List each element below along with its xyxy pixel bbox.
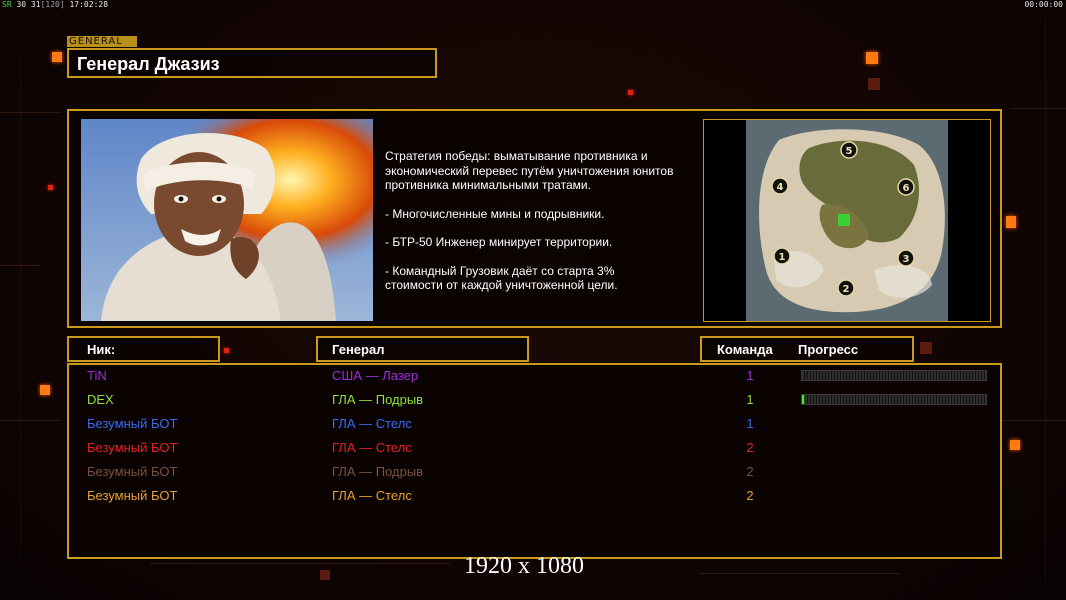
player-team: 1: [746, 368, 754, 383]
player-nick: Безумный БОТ: [87, 488, 178, 503]
loading-progress-bar: [801, 394, 987, 405]
bg-line: [0, 112, 60, 113]
player-row: Безумный БОТ ГЛА — Стелс 2: [69, 438, 1000, 458]
general-tag: GENERAL: [67, 36, 137, 47]
bg-line: [150, 563, 450, 564]
loading-progress-bar: [801, 370, 987, 381]
bg-dot: [920, 342, 932, 354]
player-row: DEX ГЛА — Подрыв 1: [69, 390, 1000, 410]
player-team: 2: [746, 464, 754, 479]
player-row: TiN США — Лазер 1: [69, 366, 1000, 386]
general-title-box: Генерал Джазиз: [67, 48, 437, 78]
bg-line: [700, 573, 900, 574]
map-preview-icon: 1 2 3 4 5 6: [704, 120, 990, 321]
fps-counter: SR 30 31[120] 17:02:28: [2, 0, 108, 9]
start-position-label: 4: [777, 182, 784, 193]
player-general: США — Лазер: [332, 368, 419, 383]
start-position-label: 5: [846, 146, 853, 157]
nick-column-header: Ник:: [67, 336, 220, 362]
game-timer: 00:00:00: [1024, 0, 1063, 9]
player-general: ГЛА — Подрыв: [332, 464, 424, 479]
player-general: ГЛА — Стелс: [332, 416, 412, 431]
bg-dot: [628, 90, 633, 95]
general-column-header: Генерал: [316, 336, 529, 362]
general-info-panel: Стратегия победы: выматывание противника…: [67, 109, 1002, 328]
fps-limit: [120]: [40, 0, 65, 9]
fps-label: SR: [2, 0, 12, 9]
general-portrait: [81, 119, 373, 321]
player-team: 1: [746, 392, 754, 407]
player-team: 1: [746, 416, 754, 431]
general-name: Генерал Джазиз: [77, 54, 220, 74]
player-general: ГЛА — Стелс: [332, 488, 412, 503]
bg-dot: [52, 52, 62, 62]
bg-line: [20, 56, 21, 556]
player-nick: Безумный БОТ: [87, 416, 178, 431]
bg-line: [1045, 20, 1046, 580]
start-position-label: 1: [779, 252, 786, 263]
bg-dot: [320, 570, 330, 580]
fps-values: 30 31: [16, 0, 41, 9]
bg-dot: [866, 52, 878, 64]
player-row: Безумный БОТ ГЛА — Стелс 2: [69, 486, 1000, 506]
description-line: - Командный Грузовик даёт со старта 3% с…: [385, 263, 618, 293]
start-position-label: 6: [903, 183, 910, 194]
description-line: Стратегия победы: выматывание противника…: [385, 149, 674, 192]
bg-dot: [868, 78, 880, 90]
bg-dot: [224, 348, 229, 353]
team-header-label: Команда: [717, 342, 773, 357]
player-row: Безумный БОТ ГЛА — Стелс 1: [69, 414, 1000, 434]
bg-dot: [1010, 440, 1020, 450]
nick-header-label: Ник:: [87, 342, 116, 357]
description-line: - Многочисленные мины и подрывники.: [385, 206, 605, 221]
resolution-label: 1920 x 1080: [464, 553, 584, 579]
loading-progress-fill: [802, 395, 805, 404]
team-progress-header: Команда Прогресс: [700, 336, 914, 362]
portrait-icon: [81, 119, 373, 321]
player-nick: DEX: [87, 392, 114, 407]
players-list: TiN США — Лазер 1 DEX ГЛА — Подрыв 1 Безумный …: [67, 363, 1002, 559]
bg-dot: [40, 385, 50, 395]
player-team: 2: [746, 488, 754, 503]
clock-left: 17:02:28: [69, 0, 109, 9]
start-position-label: 2: [843, 284, 850, 295]
bg-line: [0, 420, 60, 421]
player-general: ГЛА — Стелс: [332, 440, 412, 455]
loading-screen: SR 30 31[120] 17:02:28 00:00:00 GENERAL …: [0, 0, 1066, 600]
start-position-label: 3: [903, 254, 910, 265]
player-nick: TiN: [87, 368, 107, 383]
general-description: Стратегия победы: выматывание противника…: [385, 149, 715, 307]
progress-header-label: Прогресс: [798, 342, 859, 357]
minimap: 1 2 3 4 5 6: [703, 119, 991, 322]
player-row: Безумный БОТ ГЛА — Подрыв 2: [69, 462, 1000, 482]
player-team: 2: [746, 440, 754, 455]
player-nick: Безумный БОТ: [87, 464, 178, 479]
description-line: - БТР-50 Инженер минирует территории.: [385, 235, 613, 249]
player-nick: Безумный БОТ: [87, 440, 178, 455]
bg-line: [1010, 108, 1066, 109]
bg-dot: [48, 185, 53, 190]
bg-dot: [1006, 216, 1016, 228]
player-general: ГЛА — Подрыв: [332, 392, 424, 407]
general-header-label: Генерал: [332, 342, 385, 357]
